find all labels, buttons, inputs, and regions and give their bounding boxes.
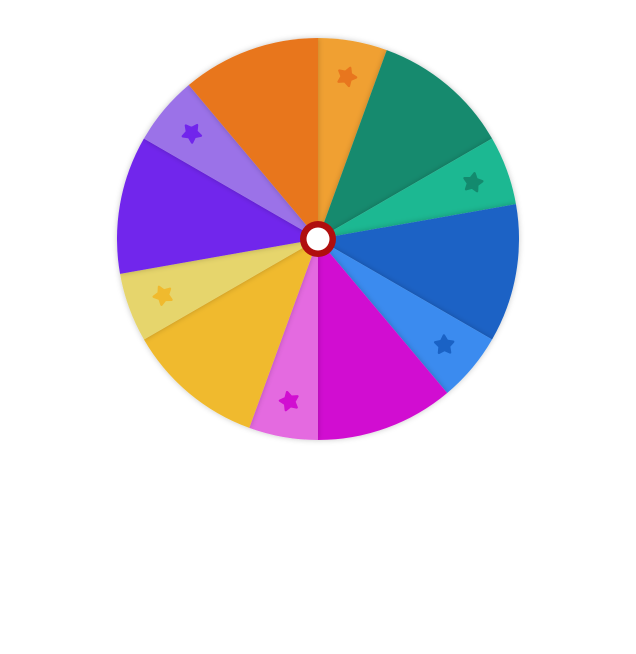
wheel-stage	[0, 0, 636, 654]
prize-wheel[interactable]	[0, 0, 636, 654]
hub-icon[interactable]	[306, 227, 330, 251]
wheel-hub[interactable]	[300, 221, 336, 257]
